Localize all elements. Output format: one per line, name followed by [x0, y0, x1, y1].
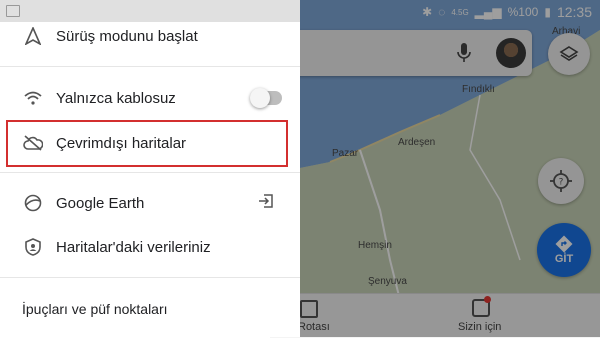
menu-item-your-data[interactable]: Haritalar'daki verileriniz [0, 229, 300, 265]
divider [0, 277, 300, 278]
menu-item-label: Google Earth [56, 194, 145, 212]
navigation-arrow-icon [22, 25, 44, 47]
toggle-knob [250, 88, 270, 108]
menu-item-label: Haritalar'daki verileriniz [56, 238, 211, 256]
menu-item-wifi-only[interactable]: Yalnızca kablosuz [0, 80, 300, 116]
divider [0, 172, 300, 173]
menu-item-tips[interactable]: İpuçları ve püf noktaları [22, 301, 168, 317]
wifi-icon [22, 87, 44, 109]
menu-item-label: Sürüş modunu başlat [56, 27, 198, 45]
open-external-icon [258, 193, 274, 214]
divider [0, 66, 300, 67]
shield-person-icon [22, 236, 44, 258]
highlight-box [6, 120, 288, 167]
gallery-icon [6, 5, 20, 17]
menu-item-label: Yalnızca kablosuz [56, 89, 176, 107]
earth-icon [22, 192, 44, 214]
navigation-drawer: Sürüş modunu başlat Yalnızca kablosuz Çe… [0, 0, 300, 337]
wifi-only-toggle[interactable] [250, 88, 282, 108]
menu-item-start-driving[interactable]: Sürüş modunu başlat [0, 18, 300, 54]
menu-item-google-earth[interactable]: Google Earth [0, 185, 300, 221]
